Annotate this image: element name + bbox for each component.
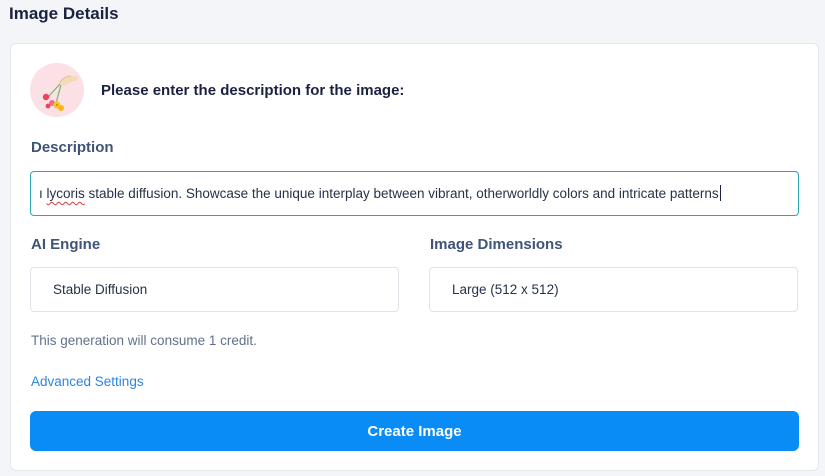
page-title: Image Details [9,4,119,23]
misspelled-word: lycoris [46,186,85,201]
ai-engine-value: Stable Diffusion [53,282,148,297]
image-dimensions-value: Large (512 x 512) [452,282,559,297]
text-caret [719,185,721,201]
image-dimensions-label: Image Dimensions [430,236,563,253]
image-dimensions-select[interactable]: Large (512 x 512) [429,267,798,312]
prompt-heading: Please enter the description for the ima… [101,82,405,99]
credit-note: This generation will consume 1 credit. [31,333,257,348]
description-input[interactable]: ı lycoris stable diffusion. Showcase the… [30,171,799,216]
create-image-button[interactable]: Create Image [30,411,799,451]
advanced-settings-link[interactable]: Advanced Settings [31,373,144,390]
flower-hand-illustration-icon [30,63,84,117]
description-value-rest: stable diffusion. Showcase the unique in… [84,186,719,201]
ai-engine-select[interactable]: Stable Diffusion [30,267,399,312]
description-label: Description [31,139,114,156]
ai-engine-label: AI Engine [31,236,101,253]
description-input-value: ı lycoris stable diffusion. Showcase the… [39,185,721,202]
description-value-prefix: ı [39,186,47,201]
image-details-card: Please enter the description for the ima… [10,43,819,471]
